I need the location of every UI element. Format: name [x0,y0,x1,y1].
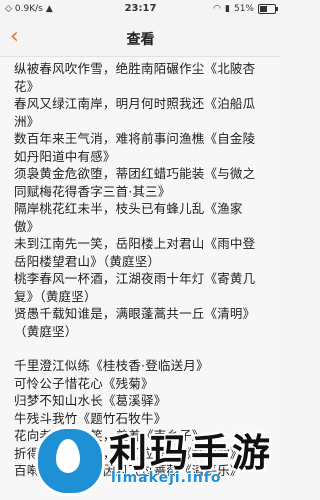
poem-content[interactable]: 纵被春风吹作雪，绝胜南陌碾作尘《北陂杏花》 春风又绿江南岸，明月何时照我还《泊船… [0,57,281,500]
wifi-icon: ◠ [213,4,222,14]
battery-icon [258,4,278,14]
nav-bar: ‹ 查看 [0,20,281,57]
page-title: 查看 [126,32,155,48]
battery-fill [260,6,268,12]
status-bar: ◇ 0.9K/s ▲ 23:17 ◠ ▮ 51% [0,0,281,20]
poem-text-block-2: 千里澄江似练《桂枝香·登临送月》 可怜公子惜花心《残菊》 归梦不知山水长《葛溪驿… [14,358,243,478]
battery-percent: 51% [233,4,254,14]
status-right: ◠ ▮ 51% [213,4,278,14]
poem-text-block-1: 纵被春风吹作雪，绝胜南陌碾作尘《北陂杏花》 春风又绿江南岸，明月何时照我还《泊船… [14,61,256,339]
cellular-icon: ▮ [225,4,230,14]
